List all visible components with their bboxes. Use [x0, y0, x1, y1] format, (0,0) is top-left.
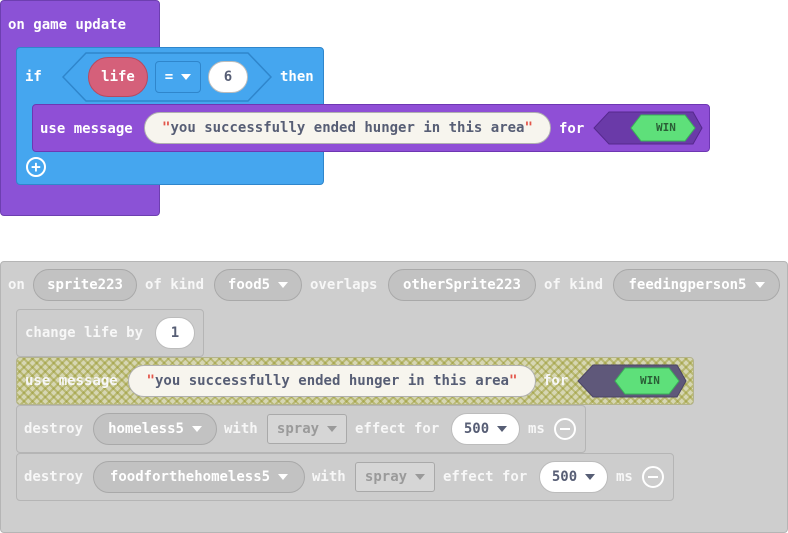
- win-effect-hexagon[interactable]: [593, 111, 703, 145]
- add-branch-icon[interactable]: +: [26, 157, 46, 177]
- compare-value-input[interactable]: 6: [208, 61, 248, 93]
- ms-label-1: ms: [528, 421, 545, 437]
- ms-label-2: ms: [616, 469, 633, 485]
- chevron-down-icon: [327, 426, 338, 432]
- chevron-down-icon: [278, 474, 289, 480]
- on-game-update-label: on game update: [8, 17, 127, 33]
- remove-argument-icon-1[interactable]: [554, 418, 576, 440]
- effect-for-label-2: effect for: [443, 469, 528, 485]
- use-message-label-2: use message: [25, 373, 118, 389]
- chevron-down-icon: [191, 426, 202, 432]
- destroy-label-2: destroy: [24, 469, 84, 485]
- win-label: WIN: [656, 121, 676, 134]
- of-kind-label-1: of kind: [145, 277, 205, 293]
- for-label: for: [559, 121, 585, 137]
- variable-life[interactable]: life: [88, 57, 148, 97]
- with-label-2: with: [312, 469, 346, 485]
- message-string-input-2[interactable]: " you successfully ended hunger in this a…: [128, 365, 536, 397]
- chevron-down-icon: [415, 474, 426, 480]
- chevron-down-icon: [585, 474, 596, 480]
- chevron-down-icon: [278, 282, 289, 288]
- sprite-variable[interactable]: sprite223: [33, 269, 137, 301]
- chevron-down-icon: [497, 426, 508, 432]
- effect-dropdown-2[interactable]: spray: [355, 462, 435, 492]
- operator-dropdown[interactable]: =: [155, 61, 201, 93]
- kind-dropdown-2[interactable]: feedingperson5: [613, 269, 780, 301]
- chevron-down-icon: [754, 282, 765, 288]
- chevron-down-icon: [181, 74, 192, 80]
- message-string-input[interactable]: " you successfully ended hunger in this a…: [144, 112, 551, 144]
- remove-argument-icon-2[interactable]: [642, 466, 664, 488]
- other-sprite-variable[interactable]: otherSprite223: [388, 269, 536, 301]
- kind-dropdown-1[interactable]: food5: [214, 269, 302, 301]
- duration-dropdown-1[interactable]: 500: [451, 413, 520, 445]
- use-message-label: use message: [40, 121, 133, 137]
- change-value-input[interactable]: 1: [155, 317, 195, 349]
- overlaps-label: overlaps: [310, 277, 378, 293]
- destroy-target-dropdown-1[interactable]: homeless5: [93, 413, 217, 445]
- of-kind-label-2: of kind: [544, 277, 604, 293]
- with-label-1: with: [224, 421, 258, 437]
- duration-dropdown-2[interactable]: 500: [539, 461, 608, 493]
- for-label-2: for: [543, 373, 569, 389]
- win-effect-hexagon-2[interactable]: [577, 364, 687, 398]
- if-label: if: [25, 69, 42, 85]
- destroy-target-dropdown-2[interactable]: foodforthehomeless5: [93, 461, 305, 493]
- win-label-2: WIN: [640, 374, 660, 387]
- change-life-label: change life by: [25, 325, 144, 341]
- effect-for-label-1: effect for: [355, 421, 440, 437]
- on-label: on: [8, 277, 25, 293]
- effect-dropdown-1[interactable]: spray: [267, 414, 347, 444]
- destroy-label-1: destroy: [24, 421, 84, 437]
- then-label: then: [280, 69, 314, 85]
